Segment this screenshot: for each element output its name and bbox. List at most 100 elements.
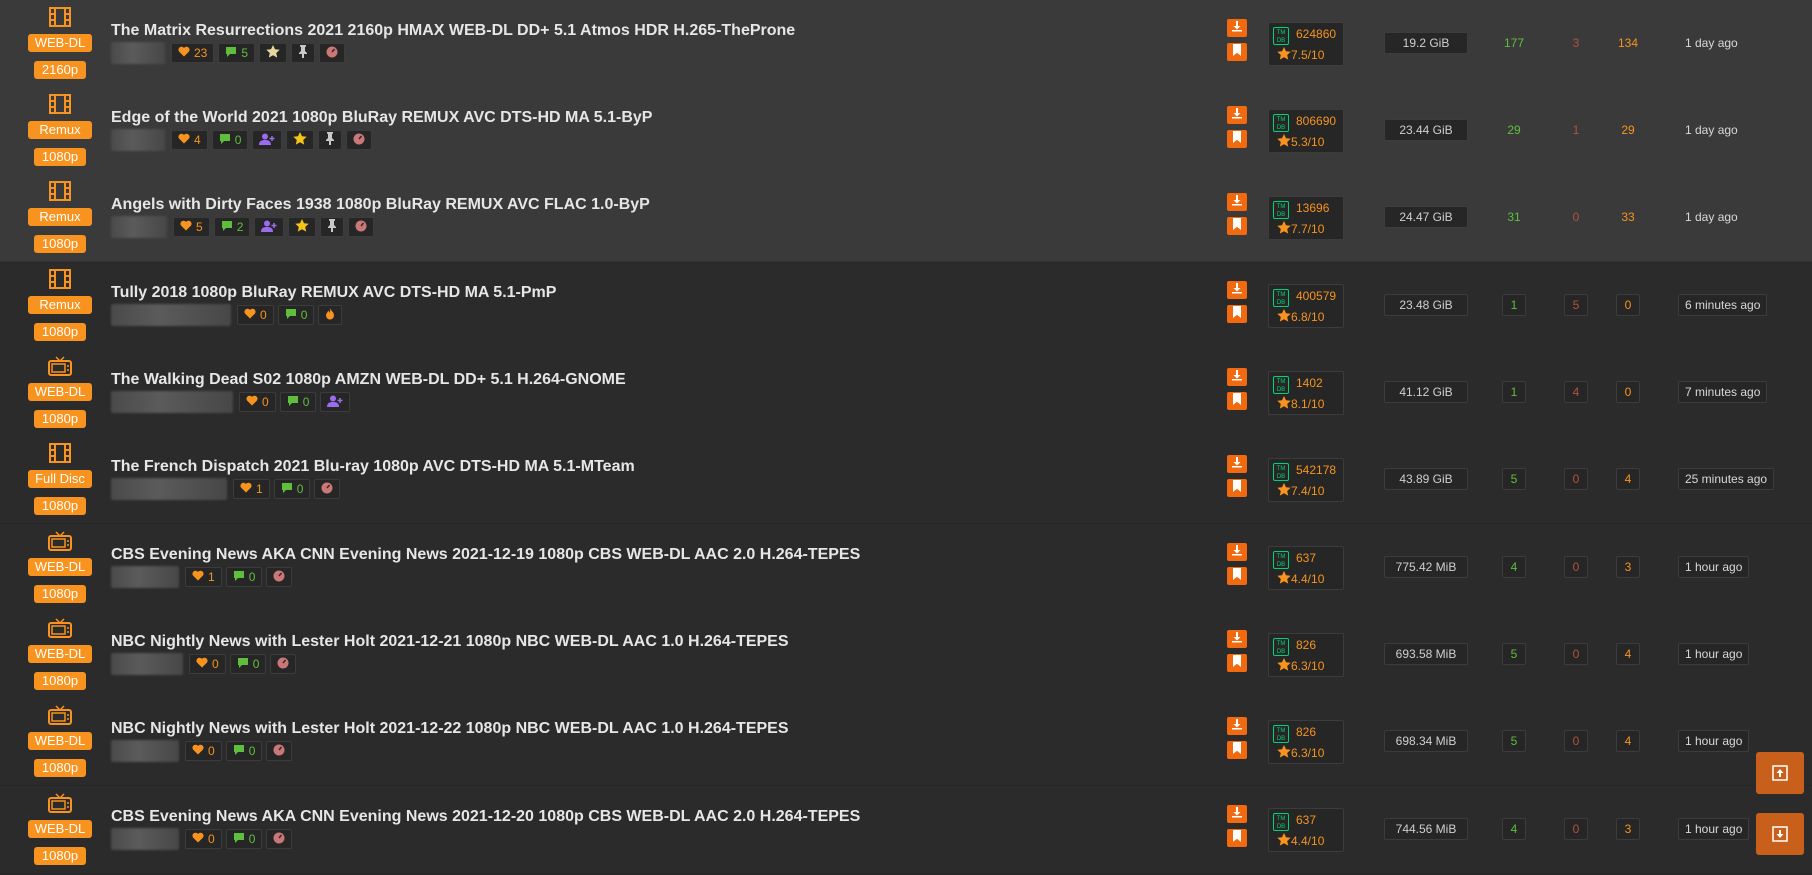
seeders-cell[interactable]: 31 — [1502, 206, 1526, 228]
completed-cell[interactable]: 4 — [1616, 643, 1640, 665]
comments-count[interactable]: 0 — [229, 654, 267, 674]
leechers-cell[interactable]: 0 — [1564, 818, 1588, 840]
leechers-cell[interactable]: 0 — [1564, 468, 1588, 490]
category-tv-icon[interactable] — [48, 793, 72, 813]
tmdb-box[interactable]: TM DB 826 6.3/10 — [1268, 720, 1344, 764]
thanks-count[interactable]: 1 — [185, 567, 222, 587]
resolution-badge[interactable]: 1080p — [34, 235, 86, 253]
star-indicator[interactable] — [286, 130, 315, 150]
tmdb-box[interactable]: TM DB 400579 6.8/10 — [1268, 284, 1344, 328]
completed-cell[interactable]: 3 — [1616, 556, 1640, 578]
type-badge[interactable]: Remux — [28, 121, 92, 139]
torrent-title-link[interactable]: Angels with Dirty Faces 1938 1080p BluRa… — [111, 196, 650, 214]
download-button[interactable] — [1227, 106, 1247, 124]
resolution-badge[interactable]: 1080p — [34, 847, 86, 865]
pin-indicator[interactable] — [320, 217, 345, 237]
seeders-cell[interactable]: 5 — [1502, 730, 1526, 752]
tmdb-box[interactable]: TM DB 13696 7.7/10 — [1268, 196, 1344, 240]
seeders-cell[interactable]: 4 — [1502, 818, 1526, 840]
seeders-cell[interactable]: 1 — [1502, 294, 1526, 316]
leechers-cell[interactable]: 5 — [1564, 294, 1588, 316]
completed-cell[interactable]: 29 — [1616, 119, 1640, 141]
tmdb-box[interactable]: TM DB 542178 7.4/10 — [1268, 458, 1344, 502]
thanks-count[interactable]: 4 — [171, 130, 208, 150]
comments-count[interactable]: 5 — [218, 43, 256, 63]
bookmark-button[interactable] — [1227, 392, 1247, 410]
torrent-title-link[interactable]: CBS Evening News AKA CNN Evening News 20… — [111, 808, 860, 826]
type-badge[interactable]: Full Disc — [28, 470, 92, 488]
comments-count[interactable]: 2 — [213, 217, 251, 237]
leechers-cell[interactable]: 3 — [1564, 32, 1588, 54]
poster-thumbnail[interactable] — [111, 391, 233, 413]
seeders-cell[interactable]: 5 — [1502, 643, 1526, 665]
leechers-cell[interactable]: 1 — [1564, 119, 1588, 141]
category-tv-icon[interactable] — [48, 356, 72, 376]
tmdb-box[interactable]: TM DB 637 4.4/10 — [1268, 546, 1344, 590]
download-button[interactable] — [1227, 455, 1247, 473]
torrent-title-link[interactable]: Tully 2018 1080p BluRay REMUX AVC DTS-HD… — [111, 284, 556, 302]
bookmark-button[interactable] — [1227, 829, 1247, 847]
thanks-count[interactable]: 0 — [189, 654, 226, 674]
user-plus-indicator[interactable] — [252, 130, 283, 150]
download-button[interactable] — [1227, 630, 1247, 648]
torrent-title-link[interactable]: The Matrix Resurrections 2021 2160p HMAX… — [111, 22, 795, 40]
resolution-badge[interactable]: 1080p — [34, 323, 86, 341]
tmdb-box[interactable]: TM DB 826 6.3/10 — [1268, 633, 1344, 677]
pin-indicator[interactable] — [318, 130, 343, 150]
gauge-indicator[interactable] — [314, 479, 341, 499]
comments-count[interactable]: 0 — [225, 829, 263, 849]
poster-thumbnail[interactable] — [111, 566, 179, 588]
bookmark-button[interactable] — [1227, 305, 1247, 323]
resolution-badge[interactable]: 1080p — [34, 410, 86, 428]
tmdb-box[interactable]: TM DB 624860 7.5/10 — [1268, 22, 1344, 66]
bookmark-button[interactable] — [1227, 479, 1247, 497]
torrent-title-link[interactable]: The French Dispatch 2021 Blu-ray 1080p A… — [111, 458, 635, 476]
poster-thumbnail[interactable] — [111, 478, 227, 500]
download-button[interactable] — [1227, 281, 1247, 299]
fire-indicator[interactable] — [318, 305, 343, 325]
gauge-indicator[interactable] — [346, 130, 373, 150]
type-badge[interactable]: WEB-DL — [28, 645, 92, 663]
tmdb-box[interactable]: TM DB 637 4.4/10 — [1268, 808, 1344, 852]
category-tv-icon[interactable] — [48, 618, 72, 638]
gauge-indicator[interactable] — [270, 654, 297, 674]
comments-count[interactable]: 0 — [225, 741, 263, 761]
category-film-icon[interactable] — [48, 269, 72, 289]
comments-count[interactable]: 0 — [211, 130, 249, 150]
comments-count[interactable]: 0 — [225, 567, 263, 587]
gauge-indicator[interactable] — [319, 43, 346, 63]
resolution-badge[interactable]: 1080p — [34, 585, 86, 603]
seeders-cell[interactable]: 29 — [1502, 119, 1526, 141]
download-button[interactable] — [1227, 19, 1247, 37]
download-button[interactable] — [1227, 805, 1247, 823]
bookmark-button[interactable] — [1227, 43, 1247, 61]
poster-thumbnail[interactable] — [111, 42, 165, 64]
category-film-icon[interactable] — [48, 443, 72, 463]
user-plus-indicator[interactable] — [320, 392, 351, 412]
download-button[interactable] — [1227, 717, 1247, 735]
thanks-count[interactable]: 5 — [173, 217, 210, 237]
completed-cell[interactable]: 33 — [1616, 206, 1640, 228]
seeders-cell[interactable]: 4 — [1502, 556, 1526, 578]
torrent-title-link[interactable]: NBC Nightly News with Lester Holt 2021-1… — [111, 633, 789, 651]
comments-count[interactable]: 0 — [273, 479, 311, 499]
torrent-title-link[interactable]: CBS Evening News AKA CNN Evening News 20… — [111, 546, 860, 564]
gauge-indicator[interactable] — [348, 217, 375, 237]
scroll-bottom-button[interactable] — [1756, 813, 1804, 855]
tmdb-box[interactable]: TM DB 806690 5.3/10 — [1268, 109, 1344, 153]
completed-cell[interactable]: 0 — [1616, 381, 1640, 403]
resolution-badge[interactable]: 1080p — [34, 497, 86, 515]
type-badge[interactable]: Remux — [28, 208, 92, 226]
bookmark-button[interactable] — [1227, 567, 1247, 585]
comments-count[interactable]: 0 — [279, 392, 317, 412]
torrent-title-link[interactable]: Edge of the World 2021 1080p BluRay REMU… — [111, 109, 652, 127]
thanks-count[interactable]: 23 — [171, 43, 215, 63]
tmdb-box[interactable]: TM DB 1402 8.1/10 — [1268, 371, 1344, 415]
poster-thumbnail[interactable] — [111, 304, 231, 326]
leechers-cell[interactable]: 0 — [1564, 730, 1588, 752]
resolution-badge[interactable]: 1080p — [34, 672, 86, 690]
seeders-cell[interactable]: 5 — [1502, 468, 1526, 490]
user-plus-indicator[interactable] — [254, 217, 285, 237]
leechers-cell[interactable]: 0 — [1564, 643, 1588, 665]
type-badge[interactable]: WEB-DL — [28, 732, 92, 750]
